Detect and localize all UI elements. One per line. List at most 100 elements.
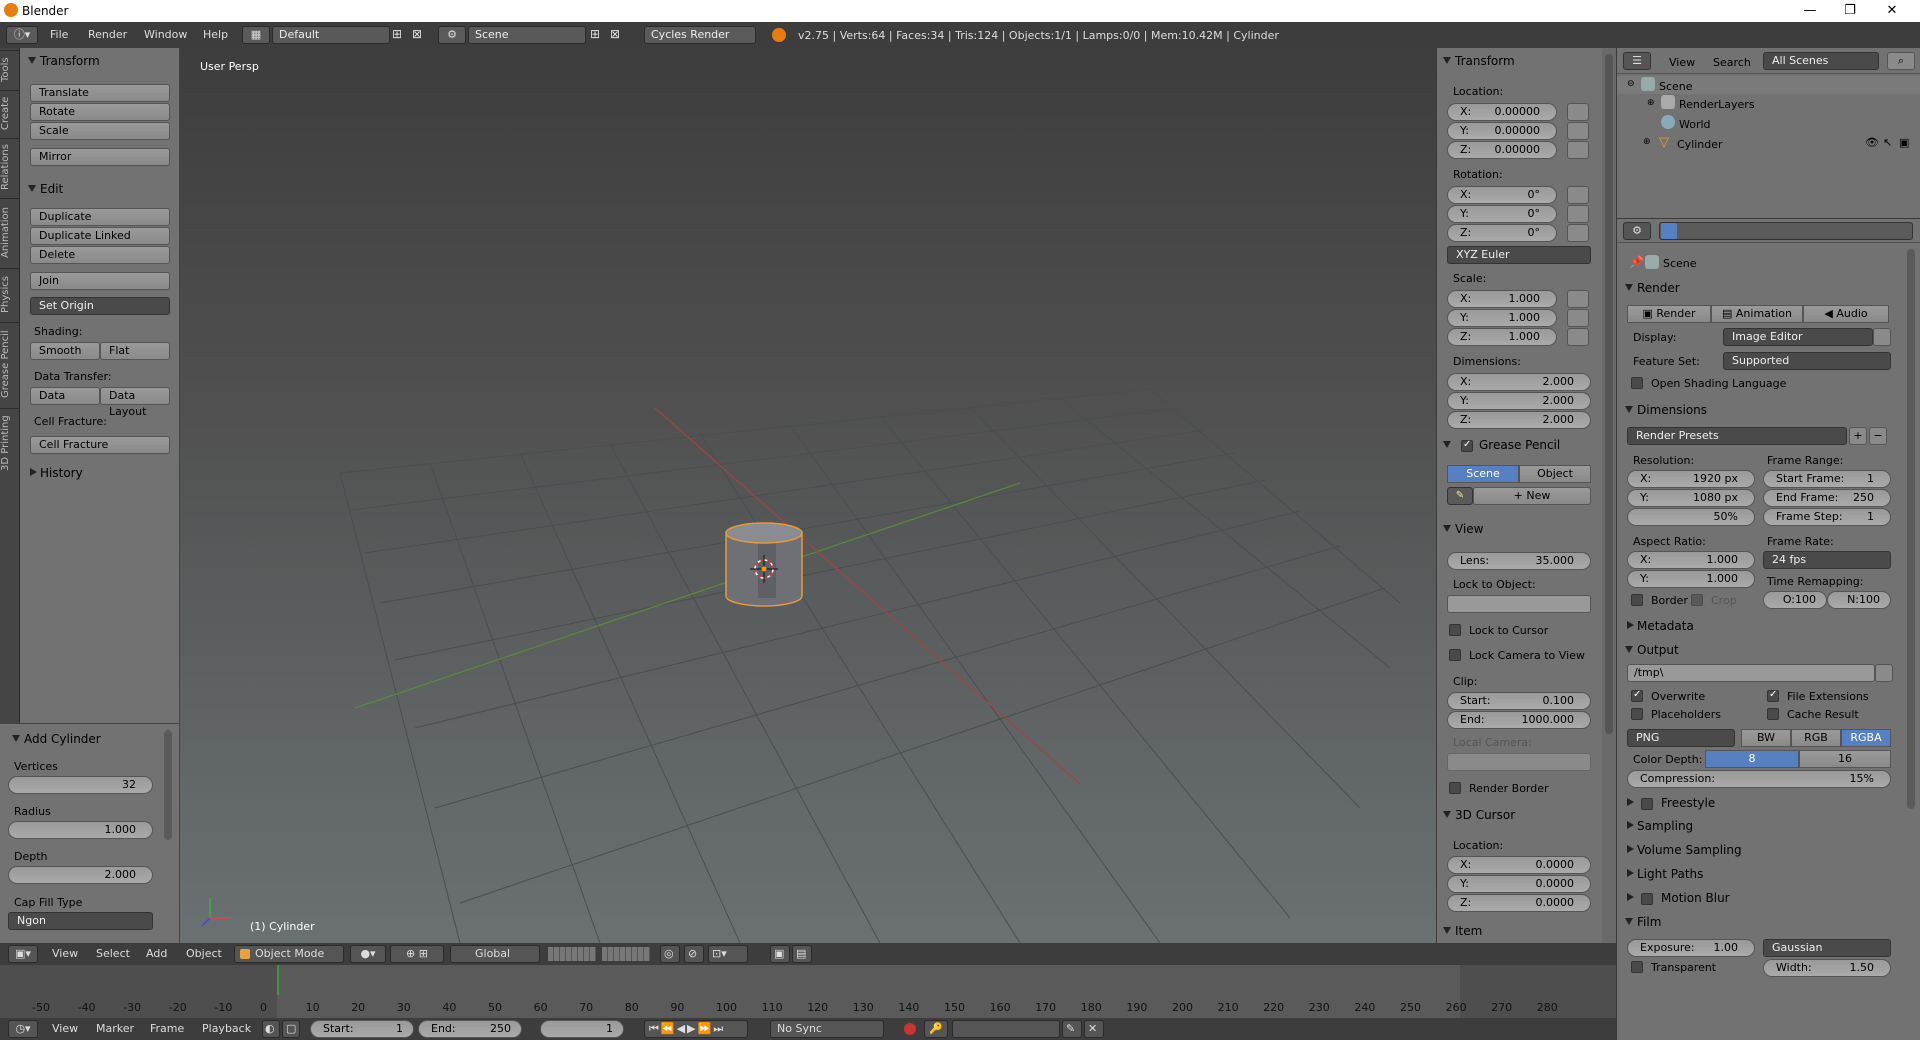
flat-button[interactable]: Flat xyxy=(100,342,170,360)
outliner-item-renderlayers[interactable]: RenderLayers xyxy=(1679,98,1755,111)
delete-keyframe-icon[interactable]: ✕ xyxy=(1084,1020,1104,1038)
menu-file[interactable]: File xyxy=(50,28,68,41)
sampling-panel-header[interactable]: Sampling xyxy=(1621,815,1693,837)
display-extra-icon[interactable] xyxy=(1873,328,1891,346)
edit-panel-header[interactable]: Edit xyxy=(24,178,63,200)
rgba-toggle[interactable]: RGBA xyxy=(1841,729,1891,747)
tab-physics[interactable]: Physics xyxy=(0,268,20,320)
res-y-field[interactable]: Y: 1080 px xyxy=(1627,489,1755,507)
aspect-y-field[interactable]: Y: 1.000 xyxy=(1627,570,1755,588)
scale-y-field[interactable]: Y: 1.000 xyxy=(1447,309,1557,327)
loc-z-field[interactable]: Z: 0.00000 xyxy=(1447,141,1557,159)
render-animation-button[interactable]: ▤ Animation xyxy=(1711,305,1803,323)
outliner-item-world[interactable]: World xyxy=(1679,118,1711,131)
lock-rot-z-icon[interactable] xyxy=(1567,224,1589,242)
border-checkbox[interactable] xyxy=(1631,594,1643,606)
lock-scale-x-icon[interactable] xyxy=(1567,290,1589,308)
res-x-field[interactable]: X: 1920 px xyxy=(1627,470,1755,488)
insert-keyframe-icon[interactable]: ✎ xyxy=(1062,1020,1082,1038)
pivot-icon[interactable]: ⊕ ⊞ xyxy=(390,945,444,963)
osl-checkbox[interactable] xyxy=(1631,377,1643,389)
outliner-editor-icon[interactable]: ☰ xyxy=(1623,52,1651,70)
feature-set-dropdown[interactable]: Supported xyxy=(1723,352,1891,370)
lock-loc-z-icon[interactable] xyxy=(1567,141,1589,159)
playback-controls[interactable]: ⏮⏪◀▶⏩⏭ xyxy=(644,1020,748,1038)
frame-rate-dropdown[interactable]: 24 fps xyxy=(1763,551,1891,569)
remove-scene-icon[interactable]: ⊠ xyxy=(610,27,620,41)
outliner-view-menu[interactable]: View xyxy=(1669,56,1695,69)
loc-x-field[interactable]: X: 0.00000 xyxy=(1447,103,1557,121)
outliner-search-menu[interactable]: Search xyxy=(1713,56,1751,69)
clip-start-field[interactable]: Start: 0.100 xyxy=(1447,692,1591,710)
lock-camera-checkbox[interactable] xyxy=(1449,649,1461,661)
timeline[interactable]: -50 -40 -30 -20 -10 0 10 20 30 40 50 60 70 80 90 100 110… xyxy=(0,965,1616,1018)
cursor-select-icon[interactable]: ↖ xyxy=(1883,136,1892,149)
current-frame-marker[interactable] xyxy=(277,965,279,995)
tab-animation[interactable]: Animation xyxy=(0,198,20,266)
render-panel-header[interactable]: Render xyxy=(1621,277,1680,299)
scale-z-field[interactable]: Z: 1.000 xyxy=(1447,328,1557,346)
mode-dropdown[interactable]: Object Mode xyxy=(234,945,344,963)
layers-grid-2[interactable] xyxy=(602,947,650,961)
translate-button[interactable]: Translate xyxy=(30,84,170,102)
render-image-button[interactable]: ▣ Render xyxy=(1627,305,1711,323)
timeline-start-field[interactable]: Start: 1 xyxy=(310,1020,414,1038)
menu-render[interactable]: Render xyxy=(88,28,127,41)
render-context-icon[interactable] xyxy=(1661,223,1677,239)
keying-set-field[interactable] xyxy=(952,1020,1060,1038)
editor-type-icon[interactable]: ▣▾ xyxy=(8,945,38,963)
tab-grease-pencil[interactable]: Grease Pencil xyxy=(0,322,20,406)
rot-x-field[interactable]: X: 0° xyxy=(1447,186,1557,204)
duplicate-button[interactable]: Duplicate xyxy=(30,208,170,226)
dim-z-field[interactable]: Z: 2.000 xyxy=(1447,411,1591,429)
timeline-editor-icon[interactable]: ◷▾ xyxy=(8,1020,38,1038)
np-item-header[interactable]: Item xyxy=(1439,920,1482,942)
add-menu[interactable]: Add xyxy=(146,947,167,960)
close-button[interactable]: ✕ xyxy=(1872,2,1912,20)
depth-16-toggle[interactable]: 16 xyxy=(1799,750,1891,768)
np-view-header[interactable]: View xyxy=(1439,518,1483,540)
keying-icon[interactable]: 🔑 xyxy=(924,1020,948,1038)
lens-field[interactable]: Lens: 35.000 xyxy=(1447,552,1591,570)
output-panel-header[interactable]: Output xyxy=(1621,639,1679,661)
lock-rot-y-icon[interactable] xyxy=(1567,205,1589,223)
transparent-checkbox[interactable] xyxy=(1631,961,1643,973)
display-dropdown[interactable]: Image Editor xyxy=(1723,328,1873,346)
operator-scrollbar[interactable] xyxy=(164,730,172,840)
transform-panel-header[interactable]: Transform xyxy=(24,50,100,72)
preview-range-icon[interactable]: ◐ xyxy=(262,1020,280,1038)
dim-y-field[interactable]: Y: 2.000 xyxy=(1447,392,1591,410)
tab-3d-printing[interactable]: 3D Printing xyxy=(0,408,20,478)
pencil-icon[interactable]: ✎ xyxy=(1447,487,1473,505)
frame-step-field[interactable]: Frame Step: 1 xyxy=(1763,508,1891,526)
add-scene-icon[interactable]: ⊞ xyxy=(590,27,600,41)
record-icon[interactable] xyxy=(904,1023,916,1035)
cursor-x-field[interactable]: X: 0.0000 xyxy=(1447,856,1591,874)
gp-new-button[interactable]: + New xyxy=(1473,487,1591,505)
cursor-y-field[interactable]: Y: 0.0000 xyxy=(1447,875,1591,893)
start-frame-field[interactable]: Start Frame: 1 xyxy=(1763,470,1891,488)
cache-result-checkbox[interactable] xyxy=(1767,708,1779,720)
remove-layout-icon[interactable]: ⊠ xyxy=(412,27,422,41)
menu-window[interactable]: Window xyxy=(144,28,187,41)
remove-preset-icon[interactable]: − xyxy=(1869,427,1887,445)
proportional-edit-icon[interactable]: ◎ xyxy=(660,945,680,963)
lock-cursor-checkbox[interactable] xyxy=(1449,624,1461,636)
frame-menu[interactable]: Frame xyxy=(150,1022,184,1035)
tab-tools[interactable]: Tools xyxy=(0,50,20,88)
dim-x-field[interactable]: X: 2.000 xyxy=(1447,373,1591,391)
set-origin-dropdown[interactable]: Set Origin xyxy=(30,297,170,315)
npanel-scrollbar[interactable] xyxy=(1602,48,1616,943)
timeline-view-menu[interactable]: View xyxy=(52,1022,78,1035)
np-3d-cursor-header[interactable]: 3D Cursor xyxy=(1439,804,1515,826)
volume-sampling-panel-header[interactable]: Volume Sampling xyxy=(1621,839,1742,861)
menu-help[interactable]: Help xyxy=(203,28,228,41)
layout-field[interactable]: Default xyxy=(272,26,390,44)
layers-grid-1[interactable] xyxy=(548,947,596,961)
maximize-button[interactable]: ❐ xyxy=(1830,2,1870,20)
expand-scene-icon[interactable]: ⊖ xyxy=(1627,79,1635,89)
context-tabs[interactable] xyxy=(1659,222,1913,240)
scene-field[interactable]: Scene xyxy=(468,26,586,44)
lock-object-field[interactable] xyxy=(1447,595,1591,613)
cell-fracture-button[interactable]: Cell Fracture xyxy=(30,436,170,454)
